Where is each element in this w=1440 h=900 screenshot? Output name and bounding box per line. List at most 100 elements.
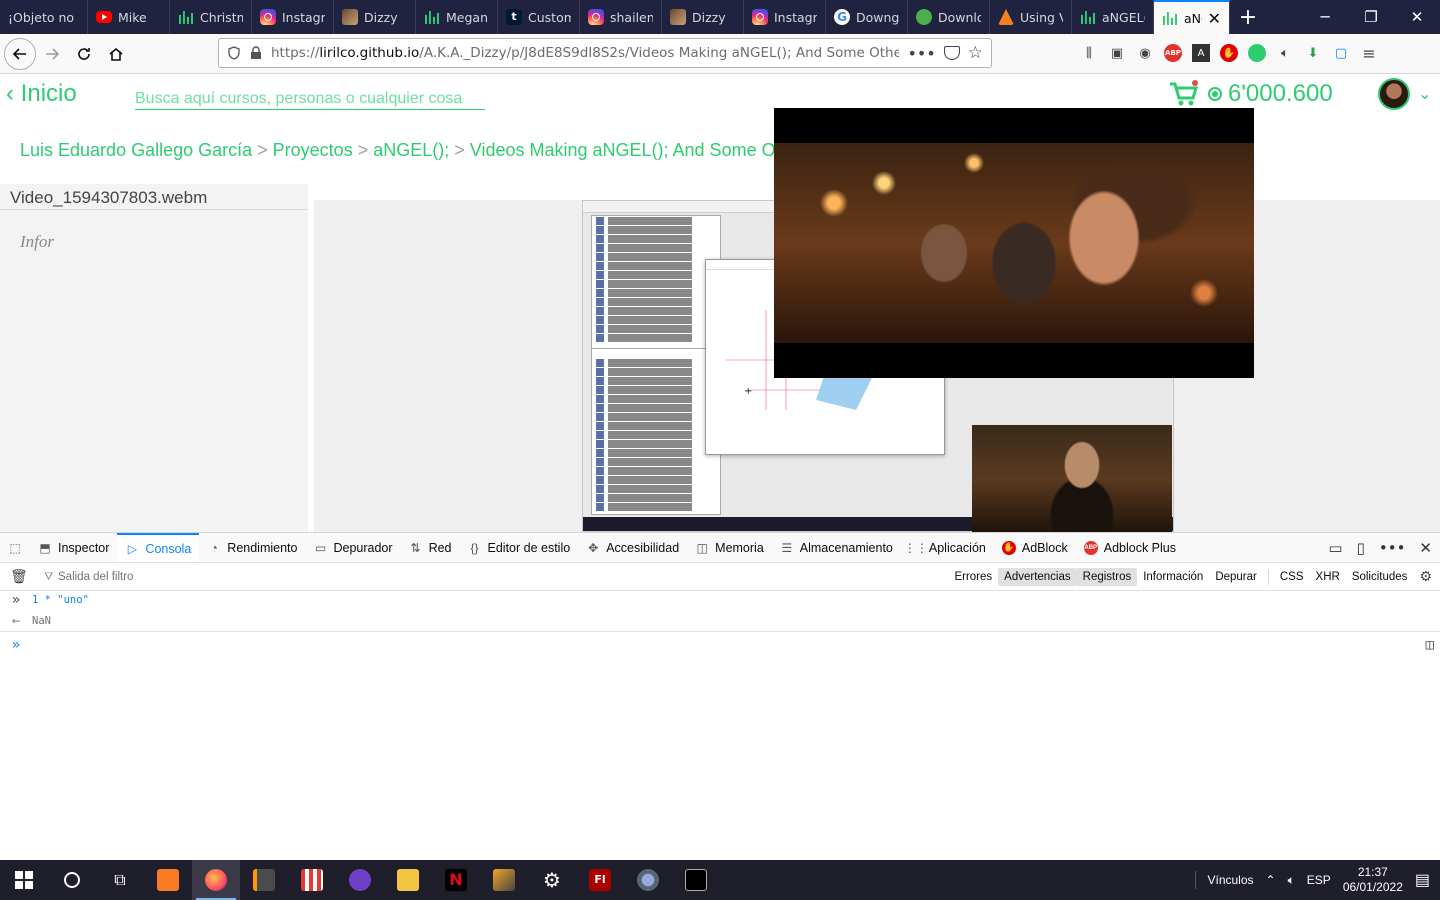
taskbar-xampp[interactable]	[144, 860, 192, 900]
shopping-cart-icon[interactable]	[1168, 80, 1198, 108]
taskbar-terminal[interactable]	[672, 860, 720, 900]
browser-tab[interactable]: Instagra	[252, 0, 334, 34]
taskbar-explorer[interactable]	[384, 860, 432, 900]
console-settings-icon[interactable]: ⚙	[1419, 569, 1432, 585]
start-button[interactable]	[0, 860, 48, 900]
devtools-tab[interactable]: ☰ Almacenamiento	[772, 533, 901, 562]
devtools-tab[interactable]: ✋ AdBlock	[994, 533, 1076, 562]
taskbar-app[interactable]	[480, 860, 528, 900]
chevron-up-icon[interactable]: ⌃	[1266, 873, 1276, 887]
console-filter-button[interactable]: CSS	[1274, 568, 1310, 586]
notifications-icon[interactable]: ▤	[1415, 870, 1430, 890]
browser-tab[interactable]: Mike	[88, 0, 170, 34]
back-button[interactable]	[4, 37, 36, 70]
taskbar-netflix[interactable]: N	[432, 860, 480, 900]
console-filter-button[interactable]: Errores	[948, 568, 998, 586]
console-filter-button[interactable]: Advertencias	[998, 567, 1077, 586]
browser-tab[interactable]: shailen	[580, 0, 662, 34]
search-input[interactable]	[135, 88, 485, 110]
browser-tab[interactable]: aNG ✕	[1154, 0, 1230, 34]
devtools-tab[interactable]: ✥ Accesibilidad	[578, 533, 687, 562]
breadcrumb-link[interactable]: Proyectos	[273, 140, 353, 160]
screenshot-extension-icon[interactable]: ▢	[1332, 44, 1350, 62]
browser-tab[interactable]: Dizzy	[334, 0, 416, 34]
green-extension-icon[interactable]	[1248, 44, 1266, 62]
console-filter-button[interactable]: Depurar	[1209, 568, 1263, 586]
url-text[interactable]: https://lirilco.github.io/A.K.A._Dizzy/p…	[271, 45, 899, 61]
browser-tab[interactable]: ¡Objeto no	[0, 0, 88, 34]
balance-display[interactable]: 6'000.600	[1208, 80, 1333, 108]
reader-sidebar-icon[interactable]: ▣	[1108, 44, 1126, 62]
breadcrumb-link[interactable]: aNGEL();	[373, 140, 449, 160]
url-bar[interactable]: https://lirilco.github.io/A.K.A._Dizzy/p…	[218, 38, 992, 68]
close-window-button[interactable]: ✕	[1394, 0, 1440, 34]
browser-tab[interactable]: Downlo	[908, 0, 990, 34]
close-tab-icon[interactable]: ✕	[1208, 9, 1221, 28]
devtools-tab[interactable]: ⬒ Inspector	[30, 533, 117, 562]
abp-extension-icon[interactable]: ABP	[1164, 44, 1182, 62]
devtools-tab[interactable]: ◔ Rendimiento	[199, 533, 305, 562]
links-toolbar-label[interactable]: Vínculos	[1208, 873, 1254, 887]
library-icon[interactable]: ⫼	[1080, 44, 1098, 62]
element-picker-button[interactable]: ⬚	[0, 533, 30, 562]
devtools-tab[interactable]: ◫ Memoria	[687, 533, 772, 562]
taskbar-jellyfish[interactable]	[624, 860, 672, 900]
console-filter-button[interactable]: XHR	[1310, 568, 1346, 586]
console-filter-button[interactable]: Solicitudes	[1346, 568, 1414, 586]
menu-icon[interactable]: ≡	[1360, 44, 1378, 63]
console-filter-button[interactable]: Registros	[1076, 567, 1138, 586]
dock-side-icon[interactable]: ▭	[1328, 539, 1342, 557]
reload-button[interactable]	[68, 38, 100, 70]
minimize-button[interactable]: ─	[1302, 0, 1348, 34]
forward-button[interactable]	[36, 38, 68, 70]
shield-icon[interactable]	[227, 46, 241, 60]
browser-tab[interactable]: Dizzy	[662, 0, 744, 34]
new-tab-button[interactable]: +	[1230, 0, 1266, 34]
responsive-mode-icon[interactable]: ▯	[1357, 539, 1365, 557]
more-options-icon[interactable]: •••	[1379, 539, 1406, 557]
devtools-tab[interactable]: ABP Adblock Plus	[1076, 533, 1184, 562]
restore-button[interactable]: ❐	[1348, 0, 1394, 34]
browser-tab[interactable]: Christm	[170, 0, 252, 34]
taskbar-flash[interactable]: Fl	[576, 860, 624, 900]
pocket-icon[interactable]	[943, 46, 960, 60]
taskbar-settings[interactable]: ⚙	[528, 860, 576, 900]
close-devtools-icon[interactable]: ✕	[1419, 539, 1432, 557]
account-icon[interactable]: ◉	[1136, 44, 1154, 62]
browser-tab[interactable]: G Downg	[826, 0, 908, 34]
taskbar-popcorn[interactable]	[288, 860, 336, 900]
browser-tab[interactable]: Megan	[416, 0, 498, 34]
taskbar-github[interactable]	[336, 860, 384, 900]
search-button[interactable]	[48, 860, 96, 900]
extension-icon[interactable]: A	[1192, 44, 1210, 62]
home-button[interactable]	[100, 38, 132, 70]
breadcrumb-link[interactable]: Luis Eduardo Gallego García	[20, 140, 252, 160]
language-indicator[interactable]: ESP	[1307, 873, 1331, 887]
page-actions-icon[interactable]: •••	[907, 44, 935, 63]
download-extension-icon[interactable]: ⬇	[1304, 44, 1322, 62]
adblock-extension-icon[interactable]: ✋	[1220, 44, 1238, 62]
volume-icon[interactable]: 🔈︎	[1288, 873, 1295, 888]
devtools-tab[interactable]: ⇅ Red	[401, 533, 460, 562]
devtools-tab[interactable]: ⋮⋮ Aplicación	[901, 533, 994, 562]
clock[interactable]: 21:37 06/01/2022	[1343, 865, 1403, 895]
devtools-tab[interactable]: ▷ Consola	[117, 533, 200, 562]
taskbar-sublime[interactable]	[240, 860, 288, 900]
browser-tab[interactable]: t Custom	[498, 0, 580, 34]
taskbar-firefox[interactable]	[192, 860, 240, 900]
chevron-down-icon[interactable]: ⌄	[1418, 84, 1431, 103]
task-view-button[interactable]: ⧉	[96, 860, 144, 900]
trash-icon[interactable]: 🗑︎	[10, 569, 28, 585]
console-filter-button[interactable]: Información	[1137, 568, 1209, 586]
console-filter-input[interactable]	[58, 570, 458, 583]
bookmark-star-icon[interactable]: ☆	[968, 43, 983, 63]
browser-tab[interactable]: aNGEL(	[1072, 0, 1154, 34]
browser-tab[interactable]: Instagra	[744, 0, 826, 34]
split-console-icon[interactable]: ◫	[1426, 637, 1434, 653]
devtools-tab[interactable]: ▭ Depurador	[305, 533, 400, 562]
lock-icon[interactable]	[249, 46, 263, 60]
back-home-link[interactable]: ‹ Inicio	[6, 80, 77, 108]
sound-icon[interactable]: 🔈︎	[1276, 44, 1294, 62]
console-prompt[interactable]: » ◫	[0, 634, 1440, 656]
devtools-tab[interactable]: {} Editor de estilo	[460, 533, 579, 562]
